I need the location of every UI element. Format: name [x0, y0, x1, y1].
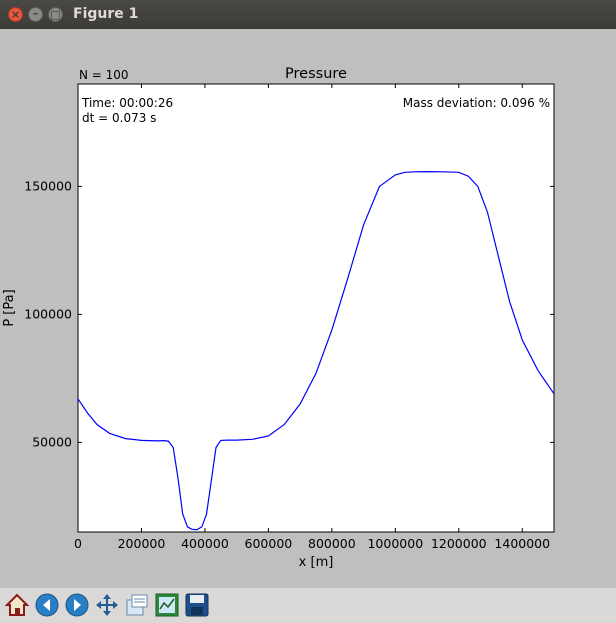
- y-tick-label: 100000: [24, 306, 72, 321]
- maximize-button[interactable]: □: [48, 7, 63, 22]
- subplots-icon: [155, 593, 179, 617]
- x-tick-label: 0: [74, 536, 82, 551]
- home-icon: [4, 593, 30, 616]
- y-tick-label: 150000: [24, 178, 72, 193]
- pan-icon: [96, 594, 118, 616]
- maximize-icon: □: [50, 8, 61, 21]
- x-tick-label: 200000: [118, 536, 166, 551]
- dt-label: dt = 0.073 s: [82, 111, 156, 125]
- back-icon: [35, 593, 59, 617]
- forward-button[interactable]: [64, 592, 90, 618]
- x-tick-label: 1200000: [431, 536, 487, 551]
- chart-title: Pressure: [285, 66, 347, 82]
- home-button[interactable]: [4, 592, 30, 618]
- zoom-icon: [126, 594, 148, 616]
- mass-deviation-label: Mass deviation: 0.096 %: [403, 96, 550, 110]
- zoom-button[interactable]: [124, 592, 150, 618]
- time-label: Time: 00:00:26: [81, 96, 173, 110]
- x-tick-label: 1000000: [367, 536, 423, 551]
- minimize-button[interactable]: –: [28, 7, 43, 22]
- x-tick-label: 600000: [245, 536, 293, 551]
- save-icon: [185, 593, 209, 617]
- figure-canvas: 0 200000 400000 600000 800000 1000000 1200000 1…: [0, 29, 616, 587]
- minimize-icon: –: [32, 7, 39, 20]
- window-titlebar: × – □ Figure 1: [0, 0, 616, 29]
- n-label: N = 100: [79, 68, 129, 82]
- save-button[interactable]: [184, 592, 210, 618]
- pressure-chart: 0 200000 400000 600000 800000 1000000 1200000 1…: [0, 29, 616, 587]
- x-tick-label: 800000: [308, 536, 356, 551]
- plot-area: [77, 83, 555, 533]
- subplots-button[interactable]: [154, 592, 180, 618]
- pan-button[interactable]: [94, 592, 120, 618]
- window-title: Figure 1: [73, 6, 139, 22]
- x-tick-label: 400000: [181, 536, 229, 551]
- x-tick-label: 1400000: [494, 536, 550, 551]
- back-button[interactable]: [34, 592, 60, 618]
- y-tick-label: 50000: [32, 434, 72, 449]
- navigation-toolbar: [0, 587, 616, 623]
- forward-icon: [65, 593, 89, 617]
- close-icon: ×: [10, 8, 21, 21]
- close-button[interactable]: ×: [8, 7, 23, 22]
- y-axis-label: P [Pa]: [2, 289, 17, 326]
- x-axis-label: x [m]: [299, 555, 334, 570]
